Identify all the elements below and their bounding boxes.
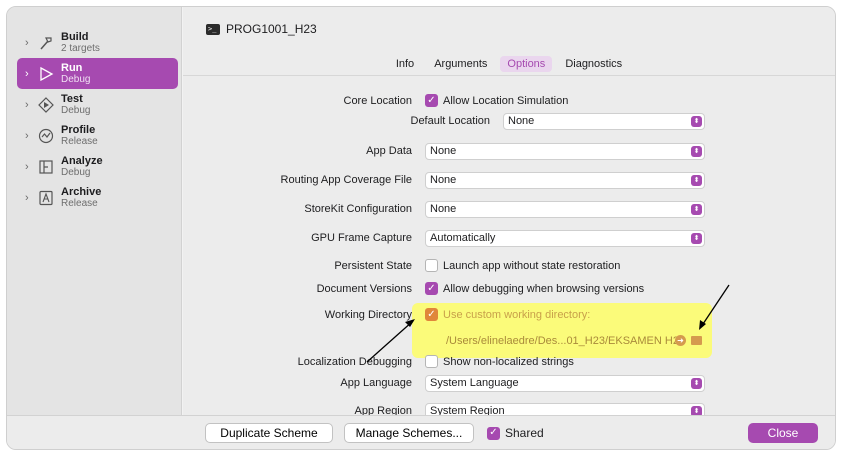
sidebar-item-title: Test bbox=[61, 92, 83, 105]
popup-arrows-icon: ⬍ bbox=[691, 378, 702, 389]
app-language-popup[interactable]: System Language ⬍ bbox=[425, 375, 705, 392]
sidebar-item-title: Archive bbox=[61, 185, 102, 198]
default-location-popup[interactable]: None ⬍ bbox=[503, 113, 705, 130]
popup-arrows-icon: ⬍ bbox=[691, 116, 702, 127]
popup-value: None bbox=[430, 145, 457, 157]
sidebar-item-title: Build bbox=[61, 30, 89, 43]
folder-icon[interactable] bbox=[691, 336, 702, 345]
scheme-action-sidebar: › Build 2 targets › Run Debug › Test Debug … bbox=[7, 7, 182, 449]
allow-location-simulation-checkbox[interactable]: ✓ bbox=[425, 94, 438, 107]
gpu-frame-capture-popup[interactable]: Automatically ⬍ bbox=[425, 230, 705, 247]
gpu-frame-capture-label: GPU Frame Capture bbox=[311, 232, 412, 244]
localization-debugging-label: Localization Debugging bbox=[297, 356, 412, 368]
sidebar-item-subtitle: Debug bbox=[61, 104, 91, 116]
core-location-label: Core Location bbox=[343, 95, 413, 107]
app-language-label: App Language bbox=[340, 377, 412, 389]
sidebar-item-profile[interactable]: › Profile Release bbox=[17, 120, 178, 151]
routing-coverage-popup[interactable]: None ⬍ bbox=[425, 172, 705, 189]
storekit-label: StoreKit Configuration bbox=[304, 203, 412, 215]
popup-value: None bbox=[508, 115, 535, 127]
chevron-right-icon[interactable]: › bbox=[25, 161, 35, 173]
analyze-icon bbox=[35, 158, 57, 176]
custom-working-directory-checkbox[interactable]: ✓ bbox=[425, 308, 438, 321]
chevron-right-icon[interactable]: › bbox=[25, 68, 35, 80]
scheme-options-panel: >_ PROG1001_H23 Info Arguments Options D… bbox=[183, 7, 835, 449]
sidebar-item-run[interactable]: › Run Debug bbox=[17, 58, 178, 89]
allow-location-simulation-row[interactable]: ✓ Allow Location Simulation bbox=[425, 94, 568, 107]
checkbox-label: Use custom working directory: bbox=[443, 308, 591, 321]
tab-options[interactable]: Options bbox=[500, 56, 553, 72]
duplicate-scheme-button[interactable]: Duplicate Scheme bbox=[205, 423, 333, 443]
hammer-icon bbox=[35, 34, 57, 52]
working-directory-label: Working Directory bbox=[324, 309, 412, 321]
sidebar-item-subtitle: 2 targets bbox=[61, 42, 100, 54]
diamond-play-icon bbox=[35, 96, 57, 114]
manage-schemes-button[interactable]: Manage Schemes... bbox=[344, 423, 474, 443]
checkbox-label: Show non-localized strings bbox=[443, 355, 574, 368]
shared-label: Shared bbox=[505, 426, 544, 440]
tab-info[interactable]: Info bbox=[389, 56, 421, 72]
app-data-label: App Data bbox=[366, 145, 412, 157]
show-non-localized-checkbox[interactable] bbox=[425, 355, 438, 368]
scheme-title: >_ PROG1001_H23 bbox=[206, 22, 317, 36]
localization-row[interactable]: Show non-localized strings bbox=[425, 355, 574, 368]
app-data-popup[interactable]: None ⬍ bbox=[425, 143, 705, 160]
tab-divider bbox=[183, 75, 835, 76]
sidebar-item-subtitle: Release bbox=[61, 135, 98, 147]
sidebar-item-title: Profile bbox=[61, 123, 96, 136]
tab-arguments[interactable]: Arguments bbox=[427, 56, 494, 72]
sidebar-item-analyze[interactable]: › Analyze Debug bbox=[17, 151, 178, 182]
terminal-icon: >_ bbox=[206, 23, 220, 35]
popup-value: None bbox=[430, 203, 457, 215]
allow-debugging-versions-checkbox[interactable]: ✓ bbox=[425, 282, 438, 295]
sidebar-item-title: Analyze bbox=[61, 154, 103, 167]
working-directory-row[interactable]: ✓ Use custom working directory: bbox=[425, 308, 590, 321]
chevron-right-icon[interactable]: › bbox=[25, 37, 35, 49]
tab-bar: Info Arguments Options Diagnostics bbox=[183, 56, 835, 72]
storekit-popup[interactable]: None ⬍ bbox=[425, 201, 705, 218]
archive-icon bbox=[35, 189, 57, 207]
sidebar-item-archive[interactable]: › Archive Release bbox=[17, 182, 178, 213]
popup-value: Automatically bbox=[430, 232, 496, 244]
default-location-label: Default Location bbox=[410, 115, 491, 127]
chevron-right-icon[interactable]: › bbox=[25, 99, 35, 111]
reveal-arrow-icon[interactable]: ➜ bbox=[675, 335, 686, 346]
play-icon bbox=[35, 65, 57, 83]
popup-arrows-icon: ⬍ bbox=[691, 175, 702, 186]
chevron-right-icon[interactable]: › bbox=[25, 192, 35, 204]
gauge-icon bbox=[35, 127, 57, 145]
close-button[interactable]: Close bbox=[748, 423, 818, 443]
popup-arrows-icon: ⬍ bbox=[691, 233, 702, 244]
working-directory-path: /Users/elinelaedre/Des...01_H23/EKSAMEN … bbox=[446, 335, 686, 347]
sidebar-item-subtitle: Debug bbox=[61, 166, 91, 178]
footer-bar: Duplicate Scheme Manage Schemes... ✓ Sha… bbox=[7, 415, 835, 449]
sidebar-item-title: Run bbox=[61, 61, 83, 74]
scheme-name: PROG1001_H23 bbox=[226, 22, 317, 36]
tab-diagnostics[interactable]: Diagnostics bbox=[558, 56, 629, 72]
checkbox-label: Launch app without state restoration bbox=[443, 259, 621, 272]
shared-toggle[interactable]: ✓ Shared bbox=[487, 426, 544, 440]
shared-checkbox[interactable]: ✓ bbox=[487, 426, 500, 440]
checkbox-label: Allow Location Simulation bbox=[443, 94, 569, 107]
launch-without-restoration-checkbox[interactable] bbox=[425, 259, 438, 272]
persistent-state-label: Persistent State bbox=[334, 260, 412, 272]
document-versions-row[interactable]: ✓ Allow debugging when browsing versions bbox=[425, 282, 644, 295]
sidebar-item-build[interactable]: › Build 2 targets bbox=[17, 27, 178, 58]
checkbox-label: Allow debugging when browsing versions bbox=[443, 282, 645, 295]
scheme-editor-window: › Build 2 targets › Run Debug › Test Debug … bbox=[6, 6, 836, 450]
sidebar-item-subtitle: Debug bbox=[61, 73, 91, 85]
popup-arrows-icon: ⬍ bbox=[691, 146, 702, 157]
routing-coverage-label: Routing App Coverage File bbox=[280, 174, 412, 186]
popup-arrows-icon: ⬍ bbox=[691, 204, 702, 215]
document-versions-label: Document Versions bbox=[316, 283, 412, 295]
popup-value: System Language bbox=[430, 377, 519, 389]
sidebar-item-subtitle: Release bbox=[61, 197, 98, 209]
persistent-state-row[interactable]: Launch app without state restoration bbox=[425, 259, 620, 272]
popup-value: None bbox=[430, 174, 457, 186]
chevron-right-icon[interactable]: › bbox=[25, 130, 35, 142]
sidebar-item-test[interactable]: › Test Debug bbox=[17, 89, 178, 120]
